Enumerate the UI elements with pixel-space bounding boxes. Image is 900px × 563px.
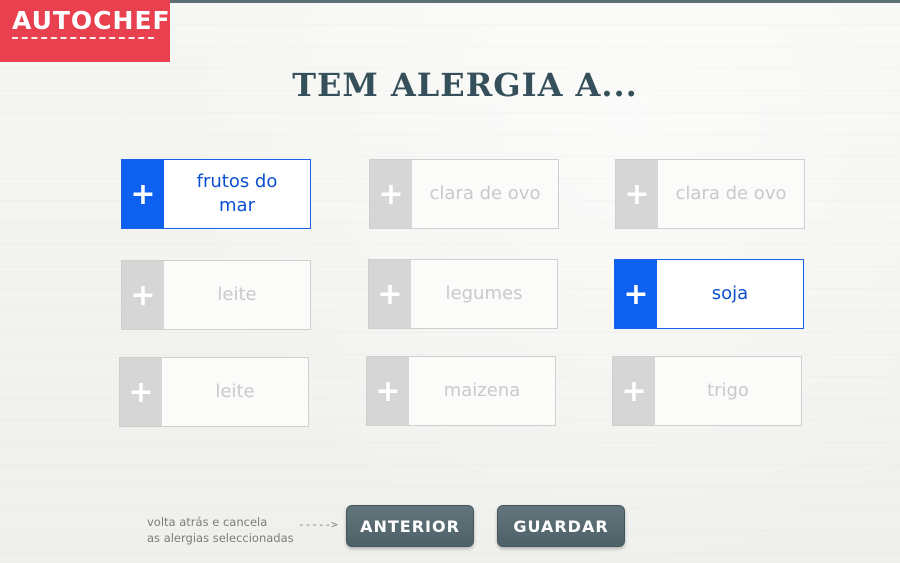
allergy-option-maizena[interactable]: + maizena — [366, 356, 556, 426]
back-hint-text: volta atrás e cancela as alergias selecc… — [147, 514, 294, 546]
allergy-option-leite-2[interactable]: + leite — [119, 357, 309, 427]
allergy-option-clara-de-ovo[interactable]: + clara de ovo — [369, 159, 559, 229]
plus-icon: + — [367, 357, 409, 425]
allergy-option-label: maizena — [443, 380, 521, 401]
plus-icon: + — [370, 160, 412, 228]
plus-icon: + — [369, 260, 411, 328]
allergy-option-label: leite — [215, 381, 255, 402]
anterior-button[interactable]: ANTERIOR — [346, 505, 474, 547]
allergy-option-label: clara de ovo — [675, 183, 787, 204]
logo-text: AUTOCHEF — [12, 6, 171, 35]
plus-icon: + — [122, 160, 164, 228]
allergy-option-trigo[interactable]: + trigo — [612, 356, 802, 426]
page-title: TEM ALERGIA A... — [292, 66, 638, 104]
dashed-arrow-icon: -----> — [298, 518, 338, 531]
allergy-option-frutos-do-mar[interactable]: + frutos do mar — [121, 159, 311, 229]
allergy-option-label: legumes — [445, 283, 523, 304]
autochef-logo[interactable]: AUTOCHEF — [0, 0, 170, 62]
allergy-option-label: clara de ovo — [429, 183, 541, 204]
allergy-option-label: soja — [711, 283, 749, 304]
logo-dashed-underline — [12, 37, 154, 39]
allergy-option-legumes[interactable]: + legumes — [368, 259, 558, 329]
plus-icon: + — [615, 260, 657, 328]
guardar-button[interactable]: GUARDAR — [497, 505, 625, 547]
plus-icon: + — [122, 261, 164, 329]
allergy-option-clara-de-ovo-2[interactable]: + clara de ovo — [615, 159, 805, 229]
back-hint-line-1: volta atrás e cancela — [147, 515, 268, 529]
allergy-option-label: leite — [217, 284, 257, 305]
allergy-option-leite[interactable]: + leite — [121, 260, 311, 330]
back-hint-line-2: as alergias seleccionadas — [147, 531, 294, 545]
allergy-option-label: frutos do mar — [196, 171, 278, 216]
plus-icon: + — [613, 357, 655, 425]
plus-icon: + — [616, 160, 658, 228]
allergy-option-soja[interactable]: + soja — [614, 259, 804, 329]
allergy-option-label: trigo — [707, 380, 749, 401]
plus-icon: + — [120, 358, 162, 426]
